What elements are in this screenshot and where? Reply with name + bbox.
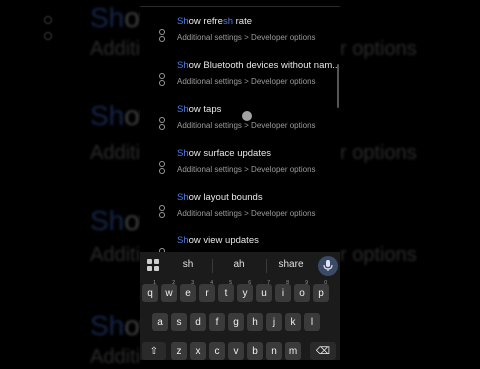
- key-z[interactable]: z: [171, 342, 187, 360]
- key-u[interactable]: u7: [256, 280, 272, 302]
- on-screen-keyboard: sh ah share q1 w2 e3 r4 t5 y6 u7 i8 o9 p…: [140, 252, 340, 360]
- result-path: Additional settings > Developer options: [177, 33, 316, 42]
- key-j[interactable]: j: [266, 313, 282, 331]
- key-l[interactable]: l: [304, 313, 320, 331]
- key-o[interactable]: o9: [294, 280, 310, 302]
- microphone-icon: [323, 260, 333, 271]
- key-i[interactable]: i8: [275, 280, 291, 302]
- result-title: Show taps: [177, 104, 222, 115]
- key-x[interactable]: x: [190, 342, 206, 360]
- search-result-item[interactable]: Show surface updates Additional settings…: [140, 147, 340, 187]
- result-title: Show layout bounds: [177, 192, 263, 203]
- background-subtext: r options: [340, 244, 417, 266]
- background-subtext: Additi: [90, 244, 141, 266]
- search-result-item[interactable]: Show layout bounds Additional settings >…: [140, 191, 340, 231]
- result-path: Additional settings > Developer options: [177, 165, 316, 174]
- key-n[interactable]: n: [266, 342, 282, 360]
- result-path: Additional settings > Developer options: [177, 121, 316, 130]
- shift-icon: ⇧: [149, 346, 159, 357]
- settings-dots-icon: [158, 161, 166, 175]
- result-title: Show surface updates: [177, 148, 272, 159]
- key-s[interactable]: s: [171, 313, 187, 331]
- background-subtext: r options: [340, 38, 417, 60]
- background-dot: [44, 32, 52, 40]
- background-subtext: Additi: [90, 142, 141, 164]
- key-g[interactable]: g: [228, 313, 244, 331]
- key-m[interactable]: m: [285, 342, 301, 360]
- key-b[interactable]: b: [247, 342, 263, 360]
- result-title: Show Bluetooth devices without nam..: [177, 60, 338, 71]
- key-q[interactable]: q1: [142, 280, 158, 302]
- suggestion-3[interactable]: share: [268, 259, 314, 270]
- key-c[interactable]: c: [209, 342, 225, 360]
- suggestion-1[interactable]: sh: [166, 259, 210, 270]
- key-v[interactable]: v: [228, 342, 244, 360]
- background-subtext: r options: [340, 142, 417, 164]
- touch-indicator: [242, 111, 252, 121]
- key-h[interactable]: h: [247, 313, 263, 331]
- key-k[interactable]: k: [285, 313, 301, 331]
- search-bar-edge: [140, 0, 340, 7]
- key-y[interactable]: y6: [237, 280, 253, 302]
- key-d[interactable]: d: [190, 313, 206, 331]
- settings-dots-icon: [158, 29, 166, 43]
- key-t[interactable]: t5: [218, 280, 234, 302]
- settings-dots-icon: [158, 117, 166, 131]
- key-r[interactable]: r4: [199, 280, 215, 302]
- divider: [266, 259, 267, 273]
- settings-dots-icon: [158, 205, 166, 219]
- background-subtext: Additi: [90, 38, 141, 60]
- key-a[interactable]: a: [152, 313, 168, 331]
- shift-key[interactable]: ⇧: [142, 342, 166, 360]
- key-w[interactable]: w2: [161, 280, 177, 302]
- result-path: Additional settings > Developer options: [177, 209, 316, 218]
- result-title: Show view updates: [177, 235, 259, 246]
- background-dot: [44, 16, 52, 24]
- key-e[interactable]: e3: [180, 280, 196, 302]
- suggestion-strip: sh ah share: [140, 252, 340, 280]
- search-result-item[interactable]: Show refresh rate Additional settings > …: [140, 15, 340, 55]
- apps-grid-icon[interactable]: [147, 259, 159, 271]
- settings-dots-icon: [158, 73, 166, 87]
- backspace-key[interactable]: ⌫: [310, 342, 336, 360]
- key-f[interactable]: f: [209, 313, 225, 331]
- voice-input-button[interactable]: [318, 256, 338, 276]
- search-result-item[interactable]: Show Bluetooth devices without nam.. Add…: [140, 59, 340, 99]
- divider: [212, 259, 213, 273]
- suggestion-2[interactable]: ah: [216, 259, 262, 270]
- key-p[interactable]: p0: [313, 280, 329, 302]
- result-path: Additional settings > Developer options: [177, 77, 316, 86]
- search-result-item[interactable]: Show taps Additional settings > Develope…: [140, 103, 340, 143]
- backspace-icon: ⌫: [315, 346, 331, 357]
- background-subtext: Additi: [90, 346, 141, 368]
- phone-screen: Show refresh rate Additional settings > …: [140, 0, 340, 360]
- result-title: Show refresh rate: [177, 16, 253, 27]
